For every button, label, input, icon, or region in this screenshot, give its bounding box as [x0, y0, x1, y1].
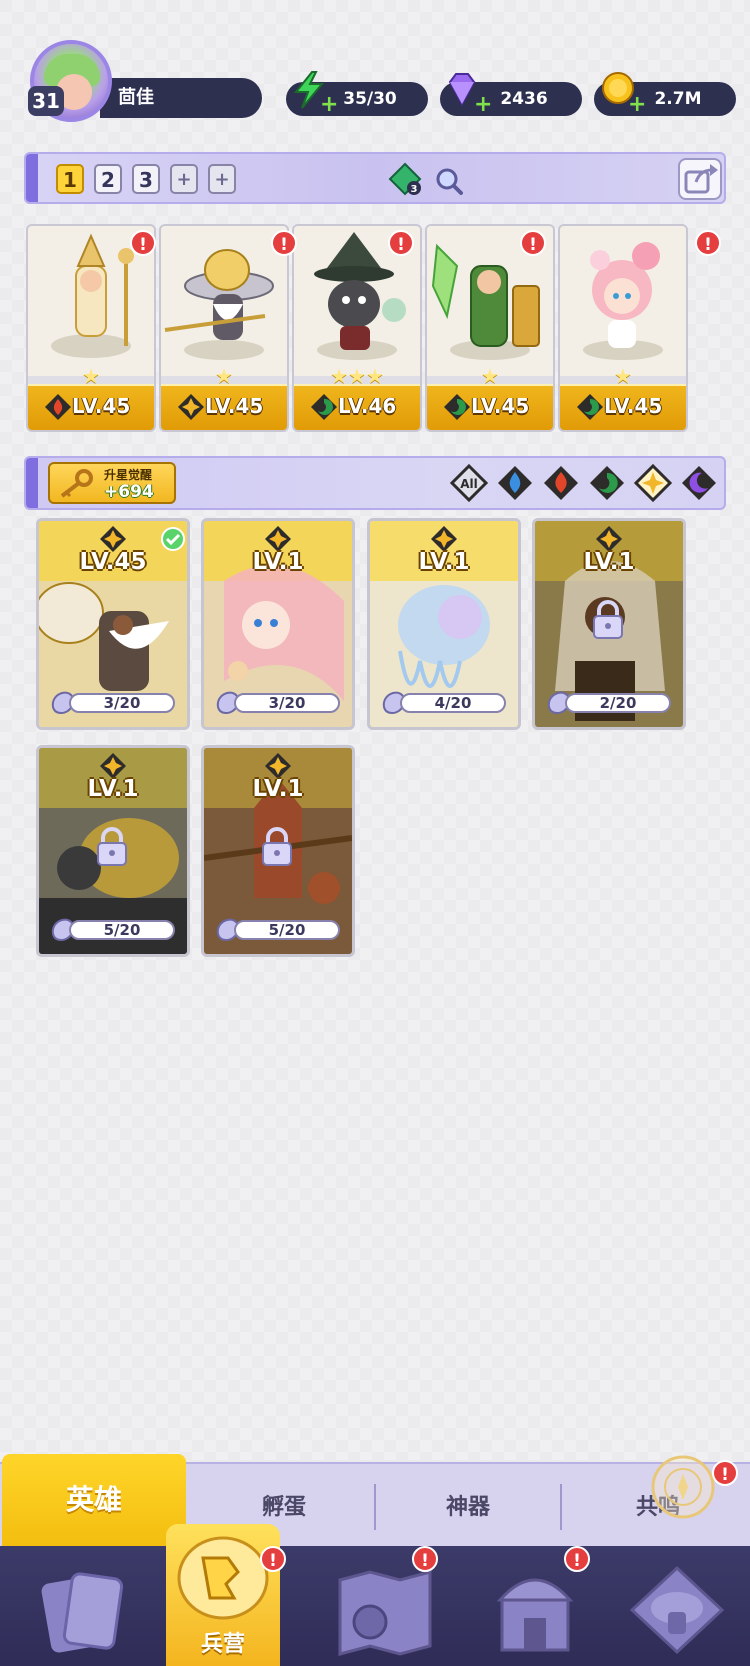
add-energy-icon[interactable]: +	[320, 94, 338, 116]
search-icon[interactable]	[434, 166, 464, 196]
alert-badge-icon: !	[388, 230, 414, 256]
background-pattern	[0, 0, 750, 1460]
mushroom-icon[interactable]	[622, 1560, 732, 1660]
equipped-check-icon	[161, 527, 185, 551]
compass-icon[interactable]	[650, 1454, 716, 1520]
shard-progress: 4/20	[400, 693, 506, 713]
filter-all-button[interactable]: All	[450, 464, 488, 502]
key-icon	[60, 469, 93, 498]
add-team-tab-1[interactable]: +	[170, 164, 198, 194]
share-button[interactable]	[678, 158, 722, 200]
hero-card[interactable]: LV.45 3/20	[36, 518, 190, 730]
map-icon[interactable]	[330, 1560, 440, 1660]
team-hero-card[interactable]: ★ LV.45	[26, 224, 156, 432]
lock-icon	[97, 827, 127, 866]
tab-divider	[374, 1484, 376, 1530]
share-icon	[684, 164, 718, 194]
hero-level: LV.1	[87, 776, 139, 802]
nature-element-icon	[444, 394, 470, 420]
shard-progress: 2/20	[565, 693, 671, 713]
alert-badge-icon: !	[260, 1546, 286, 1572]
green-gem-swap-icon[interactable]: 3	[388, 162, 422, 196]
hero-level: LV.45	[72, 394, 131, 418]
team-tab-2[interactable]: 2	[94, 164, 122, 194]
fire-filter-icon[interactable]	[542, 464, 580, 502]
water-filter-icon[interactable]	[496, 464, 534, 502]
add-gold-icon[interactable]: +	[628, 94, 646, 116]
team-tab-3[interactable]: 3	[132, 164, 160, 194]
gem-swap-count: 3	[411, 184, 418, 195]
light-filter-icon[interactable]	[634, 464, 672, 502]
tab-heroes[interactable]: 英雄	[2, 1454, 186, 1546]
hero-card[interactable]: LV.1 5/20	[36, 745, 190, 957]
alert-badge-icon: !	[271, 230, 297, 256]
star-awaken-button[interactable]: 升星觉醒 +694	[48, 462, 176, 504]
fire-element-icon	[45, 394, 71, 420]
shard-progress: 5/20	[234, 920, 340, 940]
hero-portrait	[161, 226, 287, 376]
hero-level: LV.1	[252, 776, 304, 802]
hero-card[interactable]: LV.1 2/20	[532, 518, 686, 730]
hero-level: LV.45	[79, 549, 147, 575]
hero-filter-bar: 升星觉醒 +694 All	[24, 456, 726, 510]
dark-filter-icon[interactable]	[680, 464, 718, 502]
hero-level: LV.1	[252, 549, 304, 575]
lock-icon	[262, 827, 292, 866]
player-name-text: 茴佳	[118, 87, 154, 108]
shard-progress: 3/20	[69, 693, 175, 713]
light-element-icon	[178, 394, 204, 420]
hero-level: LV.45	[471, 394, 530, 418]
temple-icon[interactable]	[480, 1560, 590, 1660]
gold-value: 2.7M	[654, 89, 702, 109]
player-level-badge: 31	[28, 86, 64, 116]
hero-card[interactable]: LV.1 4/20	[367, 518, 521, 730]
hero-level: LV.1	[583, 549, 635, 575]
barracks-label: 兵营	[200, 1632, 245, 1657]
alert-badge-icon: !	[695, 230, 721, 256]
add-team-tab-2[interactable]: +	[208, 164, 236, 194]
gem-value: 2436	[500, 89, 548, 109]
hero-level: LV.45	[205, 394, 264, 418]
hero-portrait	[560, 226, 686, 376]
hero-level: LV.45	[604, 394, 663, 418]
alert-badge-icon: !	[412, 1546, 438, 1572]
hero-card[interactable]: LV.1 5/20	[201, 745, 355, 957]
alert-badge-icon: !	[520, 230, 546, 256]
team-hero-card[interactable]: ★ LV.45	[558, 224, 688, 432]
hero-level: LV.1	[418, 549, 470, 575]
nature-filter-icon[interactable]	[588, 464, 626, 502]
team-select-bar: 1 2 3 + + 3	[24, 152, 726, 204]
hero-level: LV.46	[338, 394, 397, 418]
add-gems-icon[interactable]: +	[474, 94, 492, 116]
cards-icon[interactable]	[28, 1560, 138, 1660]
team-tab-1[interactable]: 1	[56, 164, 84, 194]
star-awaken-label: 升星觉醒	[104, 468, 153, 482]
nature-element-icon	[577, 394, 603, 420]
tab-divider	[560, 1484, 562, 1530]
nature-element-icon	[311, 394, 337, 420]
star-awaken-count: +694	[104, 482, 154, 502]
team-hero-card[interactable]: ★ LV.45	[159, 224, 289, 432]
alert-badge-icon: !	[564, 1546, 590, 1572]
shard-progress: 5/20	[69, 920, 175, 940]
player-name[interactable]: 茴佳	[100, 78, 262, 118]
energy-value: 35/30	[343, 89, 397, 109]
tab-artifacts[interactable]: 神器	[378, 1478, 558, 1538]
barracks-icon	[177, 1536, 269, 1620]
lock-icon	[593, 600, 623, 639]
alert-badge-icon: !	[712, 1460, 738, 1486]
alert-badge-icon: !	[130, 230, 156, 256]
svg-text:All: All	[460, 477, 478, 491]
hero-card[interactable]: LV.1 3/20	[201, 518, 355, 730]
shard-progress: 3/20	[234, 693, 340, 713]
